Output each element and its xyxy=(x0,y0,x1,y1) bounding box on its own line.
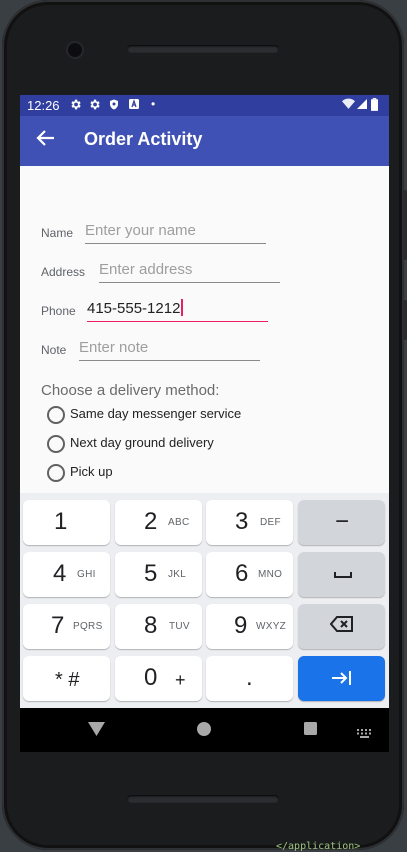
text-cursor xyxy=(181,299,183,316)
background-code-text: </application> xyxy=(276,841,361,852)
top-speaker xyxy=(127,45,279,53)
key-digit: 3 xyxy=(235,508,249,535)
numeric-keyboard: 1 2 ABC 3 DEF − 4 GHI 5 JKL 6 MNO 7 PQRS… xyxy=(20,493,389,708)
note-field[interactable]: Enter note xyxy=(79,338,260,361)
app-screen: 12:26 • Order Activity Name Enter your n… xyxy=(20,95,389,708)
key-3[interactable]: 3 DEF xyxy=(206,500,293,545)
key-1[interactable]: 1 xyxy=(23,500,110,545)
key-period[interactable]: . xyxy=(206,656,293,701)
key-9[interactable]: 9 WXYZ xyxy=(206,604,293,649)
name-field[interactable]: Enter your name xyxy=(85,221,266,244)
name-placeholder: Enter your name xyxy=(85,222,196,239)
key-letters: DEF xyxy=(260,517,281,528)
key-digit: 4 xyxy=(53,560,67,587)
phone-value: 415-555-1212 xyxy=(87,300,181,317)
key-7[interactable]: 7 PQRS xyxy=(23,604,110,649)
key-letters: GHI xyxy=(77,569,96,580)
key-digit: 8 xyxy=(144,612,158,639)
key-0[interactable]: 0 + xyxy=(115,656,202,701)
backspace-icon xyxy=(329,614,354,640)
volume-button xyxy=(403,190,407,260)
a-notification-icon xyxy=(128,98,140,113)
front-camera xyxy=(68,43,82,57)
settings-icon xyxy=(69,98,82,114)
key-5[interactable]: 5 JKL xyxy=(115,552,202,597)
bottom-speaker xyxy=(127,795,279,803)
key-4[interactable]: 4 GHI xyxy=(23,552,110,597)
address-label: Address xyxy=(41,265,86,279)
note-label: Note xyxy=(41,343,67,357)
status-time: 12:26 xyxy=(27,98,60,113)
signal-icon xyxy=(356,98,368,113)
key-symbol: − xyxy=(335,508,350,535)
key-letters: MNO xyxy=(258,569,283,580)
key-letters: ABC xyxy=(168,517,190,528)
radio-label: Same day messenger service xyxy=(70,406,242,421)
key-letters: JKL xyxy=(168,569,187,580)
name-label: Name xyxy=(41,226,74,240)
key-digit: 9 xyxy=(234,612,248,639)
phone-field[interactable]: 415-555-1212 xyxy=(87,299,268,322)
note-placeholder: Enter note xyxy=(79,339,149,356)
key-digit: 7 xyxy=(51,612,65,639)
arrow-back-icon[interactable] xyxy=(34,126,58,150)
key-digit: 6 xyxy=(235,560,249,587)
key-letters: TUV xyxy=(169,621,190,632)
battery-icon xyxy=(371,98,378,114)
radio-button-icon[interactable] xyxy=(47,464,65,482)
radio-label: Pick up xyxy=(70,464,113,479)
key-letters: PQRS xyxy=(73,621,103,632)
status-bar: 12:26 • xyxy=(20,95,389,116)
key-digit: 2 xyxy=(144,508,158,535)
next-tab-icon xyxy=(330,668,352,694)
recents-square-icon[interactable] xyxy=(304,722,317,740)
settings-icon xyxy=(88,98,101,114)
key-symbol: . xyxy=(246,664,253,691)
radio-button-icon[interactable] xyxy=(47,435,65,453)
radio-button-icon[interactable] xyxy=(47,406,65,424)
key-8[interactable]: 8 TUV xyxy=(115,604,202,649)
home-circle-icon[interactable] xyxy=(197,722,211,741)
power-button xyxy=(403,300,407,340)
key-backspace[interactable] xyxy=(298,604,385,649)
key-6[interactable]: 6 MNO xyxy=(206,552,293,597)
address-placeholder: Enter address xyxy=(99,261,193,278)
radio-label: Next day ground delivery xyxy=(70,435,214,450)
back-triangle-icon[interactable] xyxy=(88,721,105,742)
key-plus: + xyxy=(175,670,186,690)
key-symbol: * # xyxy=(55,669,80,691)
navigation-bar xyxy=(20,708,389,752)
key-space[interactable] xyxy=(298,552,385,597)
app-bar: Order Activity xyxy=(20,116,389,166)
delivery-heading: Choose a delivery method: xyxy=(41,382,220,399)
key-2[interactable]: 2 ABC xyxy=(115,500,202,545)
key-digit: 1 xyxy=(54,508,68,535)
key-letters: WXYZ xyxy=(256,621,287,632)
key-star-hash[interactable]: * # xyxy=(23,656,110,701)
dot-icon: • xyxy=(151,97,156,111)
key-minus[interactable]: − xyxy=(298,500,385,545)
space-icon xyxy=(334,558,352,590)
page-title: Order Activity xyxy=(84,129,203,149)
address-field[interactable]: Enter address xyxy=(99,260,280,283)
keyboard-switch-icon[interactable] xyxy=(357,725,372,743)
phone-label: Phone xyxy=(41,304,76,318)
key-digit: 5 xyxy=(144,560,158,587)
key-digit: 0 xyxy=(144,664,158,691)
shield-icon xyxy=(108,98,120,114)
key-next[interactable] xyxy=(298,656,385,701)
wifi-icon xyxy=(342,98,355,113)
